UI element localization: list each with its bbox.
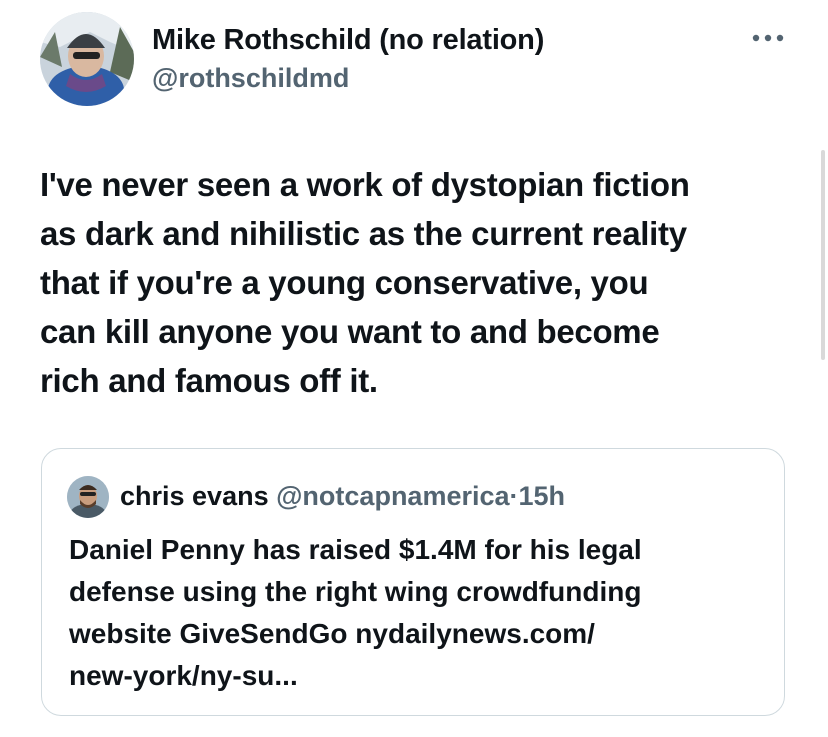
quote-author-handle[interactable]: @notcapnamerica	[276, 481, 509, 511]
quote-author-avatar[interactable]	[67, 476, 109, 518]
quote-author-display-name[interactable]: chris evans	[120, 481, 269, 511]
tweet-text: I've never seen a work of dystopian fict…	[40, 160, 800, 405]
quote-avatar-image	[67, 476, 109, 518]
quote-text-line: Daniel Penny has raised $1.4M for his le…	[69, 534, 642, 565]
author-avatar-image	[40, 12, 134, 106]
tweet-text-line: can kill anyone you want to and become	[40, 313, 660, 350]
tweet-text-line: I've never seen a work of dystopian fict…	[40, 166, 690, 203]
author-handle[interactable]: @rothschildmd	[152, 58, 544, 98]
tweet-text-line: as dark and nihilistic as the current re…	[40, 215, 687, 252]
quote-text-line: defense using the right wing crowdfundin…	[69, 576, 642, 607]
quote-text-line: website GiveSendGo nydailynews.com/	[69, 618, 595, 649]
quote-separator: ·	[509, 481, 519, 511]
tweet-text-line: that if you're a young conservative, you	[40, 264, 649, 301]
quote-text: Daniel Penny has raised $1.4M for his le…	[69, 529, 769, 697]
quote-header: chris evans @notcapnamerica·15h	[120, 477, 565, 515]
quote-timestamp[interactable]: 15h	[519, 481, 566, 511]
more-horizontal-icon	[752, 34, 784, 42]
more-options-button[interactable]	[748, 24, 788, 52]
tweet-text-line: rich and famous off it.	[40, 362, 378, 399]
tweet-author[interactable]: Mike Rothschild (no relation) @rothschil…	[152, 22, 544, 98]
author-avatar[interactable]	[40, 12, 134, 106]
quoted-tweet-card[interactable]: chris evans @notcapnamerica·15h Daniel P…	[41, 448, 785, 716]
quote-text-line[interactable]: new-york/ny-su...	[69, 655, 769, 697]
scrollbar[interactable]	[821, 150, 825, 360]
author-display-name[interactable]: Mike Rothschild (no relation)	[152, 22, 544, 58]
